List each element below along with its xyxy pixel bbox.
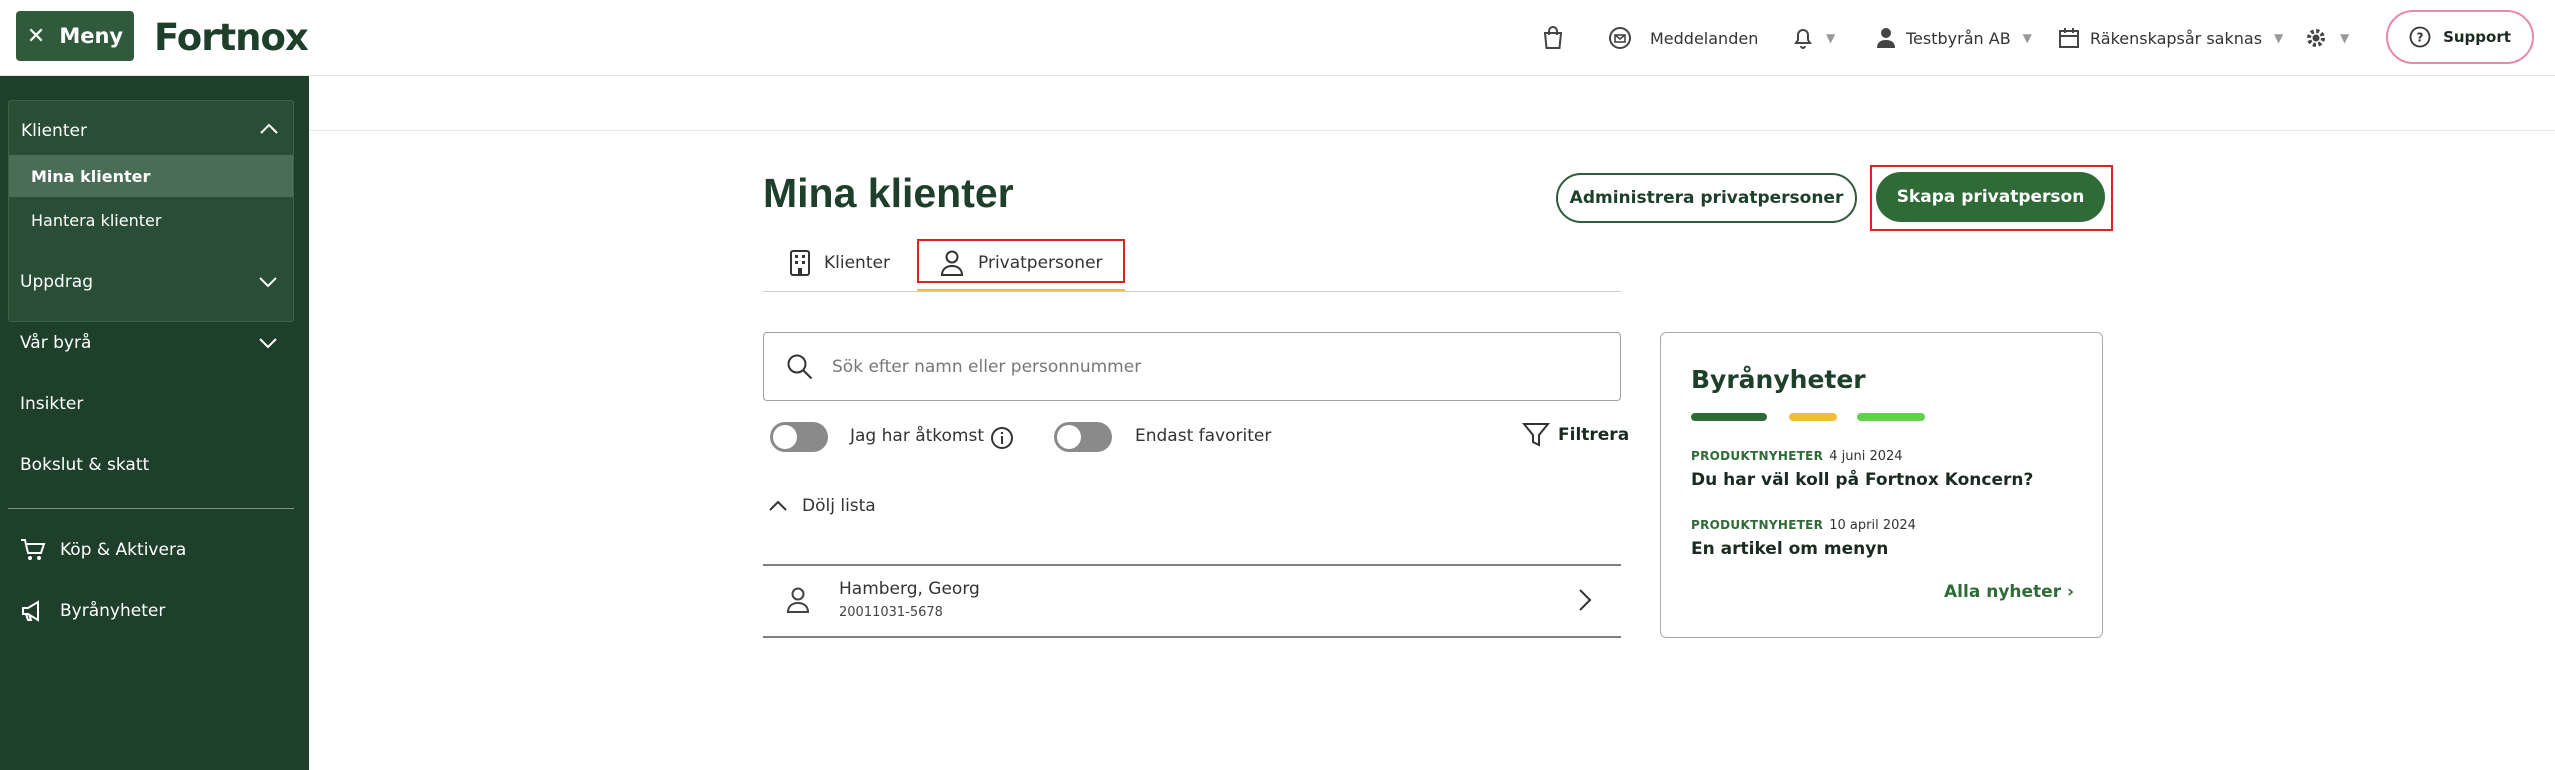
collapse-list-button[interactable]: Dölj lista (768, 496, 876, 516)
gear-icon (2307, 29, 2325, 47)
filter-label: Filtrera (1558, 425, 1630, 445)
news-headline[interactable]: En artikel om menyn (1691, 539, 1888, 559)
support-label: Support (2443, 28, 2511, 46)
sidebar-item-kop-aktivera[interactable]: Köp & Aktivera (20, 538, 186, 562)
user-icon (1877, 28, 1895, 48)
person-icon (786, 587, 810, 613)
messages-button[interactable]: Meddelanden (1608, 18, 1758, 58)
tabs-divider (763, 291, 1621, 292)
company-selector[interactable]: Testbyrån AB ▼ (1876, 18, 2032, 58)
calendar-icon (2059, 28, 2079, 48)
chevron-down-icon: ▼ (2274, 31, 2284, 45)
sidebar-item-hantera-klienter[interactable]: Hantera klienter (9, 199, 293, 241)
fortnox-logo[interactable]: Fortnox (154, 14, 309, 60)
sidebar-item-label: Vår byrå (20, 333, 92, 353)
chevron-right-icon[interactable] (1578, 588, 1592, 612)
chevron-up-icon (769, 500, 787, 511)
company-label: Testbyrån AB (1906, 28, 2011, 48)
sidebar-item-label: Uppdrag (20, 272, 94, 292)
sidebar-item-bokslut-skatt[interactable]: Bokslut & skatt (20, 455, 149, 475)
shopping-bag-icon (1543, 26, 1563, 49)
shopping-bag-button[interactable] (1542, 18, 1564, 58)
tab-label: Klienter (824, 253, 890, 273)
sidebar-divider (8, 508, 294, 509)
sidebar-item-uppdrag[interactable]: Uppdrag (20, 272, 93, 292)
support-button[interactable]: ? Support (2386, 10, 2534, 64)
access-toggle[interactable] (770, 422, 828, 452)
search-input[interactable] (832, 356, 1592, 377)
chevron-down-icon[interactable] (258, 276, 278, 288)
collapse-label: Dölj lista (802, 496, 876, 516)
notifications-button[interactable]: ▼ (1792, 18, 1835, 58)
news-color-bar (1857, 413, 1925, 421)
sidebar-group-title[interactable]: Klienter (21, 121, 87, 141)
list-divider (763, 636, 1621, 638)
megaphone-icon (22, 600, 39, 622)
access-toggle-label: Jag har åtkomst (850, 426, 985, 446)
news-title: Byrånyheter (1691, 365, 1866, 394)
news-tag: PRODUKTNYHETER 4 juni 2024 (1691, 449, 1903, 464)
news-tag: PRODUKTNYHETER 10 april 2024 (1691, 518, 1916, 533)
page-title: Mina klienter (763, 170, 1014, 216)
chevron-down-icon: ▼ (1826, 31, 1836, 45)
sidebar: Klienter Mina klienter Hantera klienter … (0, 76, 309, 770)
sidebar-item-mina-klienter[interactable]: Mina klienter (9, 155, 293, 197)
search-icon (787, 354, 813, 379)
close-icon: ✕ (26, 23, 46, 49)
news-tag-text: PRODUKTNYHETER (1691, 518, 1824, 532)
news-card: Byrånyheter PRODUKTNYHETER 4 juni 2024 Du… (1660, 332, 2103, 638)
chevron-down-icon: ▼ (2022, 31, 2032, 45)
filter-button[interactable]: Filtrera (1522, 422, 1629, 448)
sidebar-item-insikter[interactable]: Insikter (20, 394, 83, 414)
svg-text:?: ? (2417, 31, 2424, 45)
news-date: 4 juni 2024 (1829, 449, 1903, 464)
row-name: Hamberg, Georg (839, 579, 980, 599)
sidebar-item-label: Bokslut & skatt (20, 455, 150, 475)
news-headline[interactable]: Du har väl koll på Fortnox Koncern? (1691, 470, 2033, 490)
news-color-bar (1789, 413, 1837, 421)
chevron-down-icon[interactable] (258, 337, 278, 349)
content-top-strip (309, 76, 2555, 131)
bell-icon (1794, 29, 1812, 49)
message-icon (1609, 27, 1631, 49)
chevron-down-icon: ▼ (2340, 31, 2350, 45)
create-private-person-button[interactable]: Skapa privatperson (1876, 172, 2105, 222)
table-row[interactable] (763, 566, 1621, 636)
sidebar-item-label: Köp & Aktivera (60, 540, 187, 560)
sidebar-item-var-byra[interactable]: Vår byrå (20, 333, 91, 353)
administer-private-persons-button[interactable]: Administrera privatpersoner (1556, 173, 1857, 223)
news-date: 10 april 2024 (1829, 518, 1916, 533)
top-header: ✕ Meny Fortnox Meddelanden ▼ Testbyrån A… (0, 0, 2555, 76)
menu-button[interactable]: ✕ Meny (16, 11, 134, 61)
highlight-frame (917, 239, 1125, 283)
favorites-toggle[interactable] (1054, 422, 1112, 452)
settings-button[interactable]: ▼ (2304, 18, 2349, 58)
row-personal-number: 20011031-5678 (839, 605, 943, 620)
fiscal-year-label: Räkenskapsår saknas (2090, 28, 2263, 48)
news-color-bar (1691, 413, 1767, 421)
fiscal-year-selector[interactable]: Räkenskapsår saknas ▼ (2058, 18, 2283, 58)
chevron-up-icon[interactable] (259, 123, 279, 135)
tab-klienter[interactable]: Klienter (790, 240, 890, 286)
info-icon[interactable] (990, 426, 1014, 450)
sidebar-item-label: Byrånyheter (60, 601, 166, 621)
search-box[interactable] (763, 332, 1621, 401)
cart-icon (21, 539, 46, 560)
messages-label: Meddelanden (1650, 28, 1759, 48)
favorites-toggle-label: Endast favoriter (1135, 426, 1272, 446)
menu-button-label: Meny (59, 24, 124, 48)
news-tag-text: PRODUKTNYHETER (1691, 449, 1824, 463)
all-news-link[interactable]: Alla nyheter › (1944, 582, 2074, 602)
filter-icon (1522, 423, 1550, 447)
sidebar-item-label: Insikter (20, 394, 84, 414)
help-icon: ? (2409, 26, 2431, 48)
sidebar-item-byranyheter[interactable]: Byrånyheter (20, 599, 165, 623)
building-icon (790, 250, 810, 276)
